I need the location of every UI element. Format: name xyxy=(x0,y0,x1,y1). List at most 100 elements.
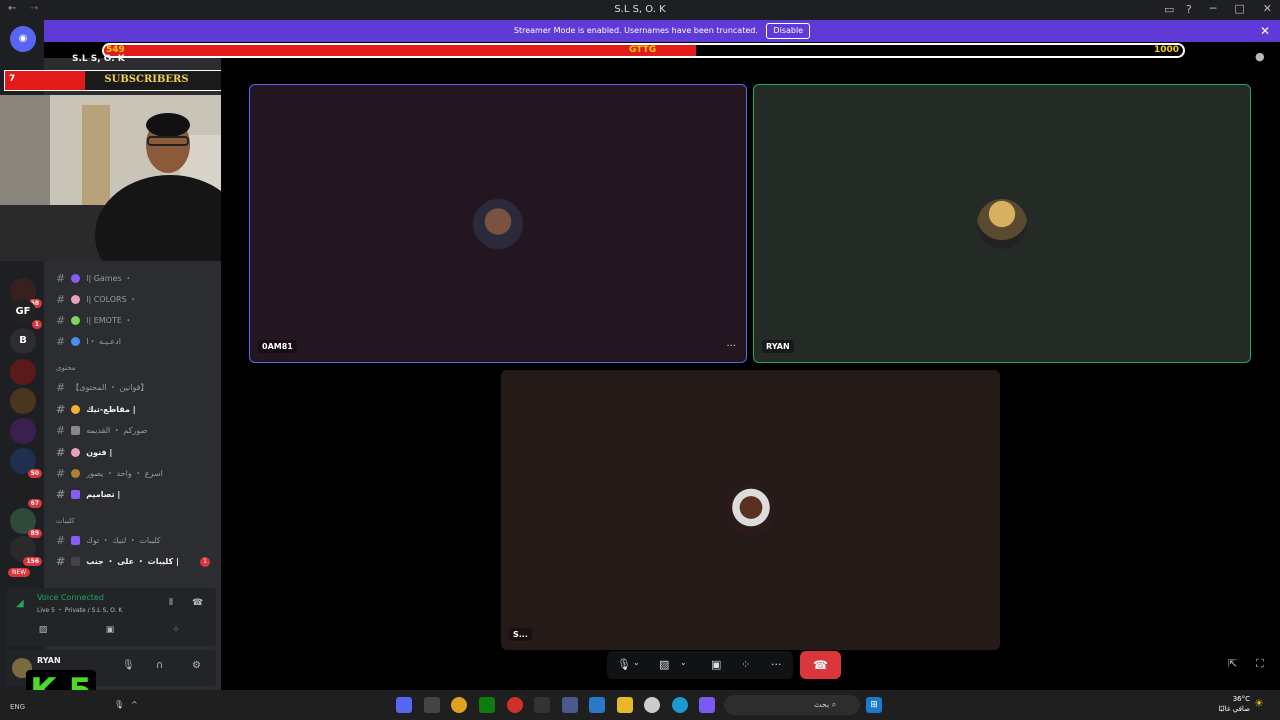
copilot-icon[interactable] xyxy=(699,697,715,713)
channel-emoji-icon xyxy=(71,426,81,435)
app-taskbar-icon[interactable] xyxy=(534,697,550,713)
channel-item[interactable]: # ادعـيـه ・ا xyxy=(56,335,121,348)
window-title: S.L S, O. K xyxy=(614,4,666,15)
chevron-down-icon[interactable]: ⌄ xyxy=(633,658,640,667)
weather-widget[interactable]: 36°C صافي غالبًا xyxy=(1206,694,1250,714)
microphone-tray-icon[interactable]: 🎙 xyxy=(114,700,124,709)
close-banner-icon[interactable]: ✕ xyxy=(1260,20,1270,42)
phone-hangup-icon: ☎ xyxy=(813,658,828,672)
hash-icon: # xyxy=(56,335,66,348)
category-header[interactable]: كليبات xyxy=(56,517,75,525)
category-header[interactable]: محتوى xyxy=(56,364,75,372)
popout-icon[interactable]: ⇱ xyxy=(1228,657,1237,670)
call-controls: 🎙 ⌄ ▨ ⌄ ▣ ⁘ ··· xyxy=(607,651,793,679)
discord-taskbar-icon[interactable] xyxy=(396,697,412,713)
windows-taskbar xyxy=(0,690,1280,720)
activities-icon[interactable]: ⁘ xyxy=(169,625,183,636)
hash-icon: # xyxy=(56,272,66,285)
camera-off-icon[interactable]: ▨ xyxy=(36,625,50,636)
disable-streamer-mode-button[interactable]: Disable xyxy=(766,23,811,39)
channel-emoji-icon xyxy=(71,469,81,478)
server-icon[interactable]: 89 xyxy=(10,508,42,538)
signal-icon: ◢ xyxy=(16,598,24,609)
username[interactable]: RYAN xyxy=(37,656,61,665)
help-icon[interactable]: ? xyxy=(1186,3,1192,16)
windows-start-icon[interactable]: ⊞ xyxy=(866,697,882,713)
server-icon[interactable]: 156 xyxy=(10,536,42,566)
channel-emoji-icon xyxy=(71,448,81,457)
streamer-mode-banner: Streamer Mode is enabled. Usernames have… xyxy=(44,20,1280,42)
channel-item[interactable]: # تصاميم | xyxy=(56,488,120,501)
channel-emoji-icon xyxy=(71,490,81,499)
more-options-icon[interactable]: ··· xyxy=(726,341,736,352)
voice-connection-panel: ◢ Voice Connected Live 5 ・ Private / S.L… xyxy=(6,588,216,646)
channel-emoji-icon xyxy=(71,316,81,325)
activities-icon[interactable]: ⁘ xyxy=(741,658,750,671)
more-options-icon[interactable]: ··· xyxy=(771,658,782,671)
server-icon[interactable] xyxy=(10,418,36,444)
voice-channel[interactable]: Live 5 ・ Private / S.L S, O. K xyxy=(37,605,122,614)
noise-suppression-icon[interactable]: ⦀ xyxy=(169,598,173,608)
app-taskbar-icon[interactable] xyxy=(424,697,440,713)
disconnect-call-button[interactable]: ☎ xyxy=(800,651,841,679)
channel-item[interactable]: # ا| COLORS ・ xyxy=(56,293,137,306)
app-taskbar-icon[interactable] xyxy=(562,697,578,713)
channel-item[interactable]: # فنون | xyxy=(56,446,112,459)
server-icon[interactable]: B xyxy=(10,328,36,354)
taskbar-search[interactable]: بحث ⌕ xyxy=(724,695,860,715)
participant-tile[interactable]: 0AM81 ··· xyxy=(249,84,747,363)
inbox-icon[interactable]: ▭ xyxy=(1164,3,1174,16)
minimize-icon[interactable]: ─ xyxy=(1210,2,1217,15)
chat-bubble-icon[interactable]: ● xyxy=(1255,50,1265,63)
chevron-down-icon[interactable]: ⌄ xyxy=(680,658,687,667)
microphone-icon[interactable]: 🎙 xyxy=(617,658,631,671)
hash-icon: # xyxy=(56,534,66,547)
weather-sun-icon: ☀ xyxy=(1254,697,1264,710)
settings-gear-icon[interactable]: ⚙ xyxy=(192,660,201,671)
server-icon[interactable]: 50 xyxy=(10,448,42,478)
hash-icon: # xyxy=(56,293,66,306)
server-name[interactable]: S.L S, O. K xyxy=(72,54,125,64)
channel-item[interactable]: # 【قوانين ・ المحتوى】 xyxy=(56,381,148,394)
xbox-icon[interactable] xyxy=(479,697,495,713)
hash-icon: # xyxy=(56,488,66,501)
server-icon[interactable]: 67 xyxy=(10,478,42,508)
channel-item[interactable]: # كليبات ・ لتيك ・ توك xyxy=(56,534,161,547)
mention-badge: 1 xyxy=(200,557,210,567)
channel-item[interactable]: # كليبات ・ على ・ جنب | xyxy=(56,555,179,568)
channel-item[interactable]: # مقاطع-تيك | xyxy=(56,403,136,416)
close-window-icon[interactable]: ✕ xyxy=(1263,2,1272,15)
microphone-icon[interactable]: 🎙 xyxy=(122,660,135,671)
participant-avatar xyxy=(977,198,1027,249)
goal-label: GTTG xyxy=(629,45,657,55)
edge-icon[interactable] xyxy=(672,697,688,713)
channel-item[interactable]: # ا| Games ・ xyxy=(56,272,132,285)
server-icon[interactable]: GF 1 xyxy=(10,299,42,329)
screen-share-icon[interactable]: ▣ xyxy=(103,625,117,636)
app-taskbar-icon[interactable] xyxy=(644,697,660,713)
mail-icon[interactable] xyxy=(589,697,605,713)
maximize-icon[interactable]: □ xyxy=(1234,2,1244,15)
server-icon[interactable] xyxy=(10,359,36,385)
channel-item[interactable]: # اسرع ・ واحد ・ يصور xyxy=(56,467,163,480)
goal-progress-bar: 549 GTTG 1000 xyxy=(102,43,1185,58)
camera-off-icon[interactable]: ▨ xyxy=(659,658,669,671)
channel-item[interactable]: # صوركم ・ القديمه xyxy=(56,424,147,437)
discord-home-icon[interactable]: ◉ xyxy=(10,26,36,52)
participant-tile[interactable]: RYAN xyxy=(753,84,1251,363)
screen-share-icon[interactable]: ▣ xyxy=(711,658,721,671)
tray-expand-icon[interactable]: ^ xyxy=(131,700,138,709)
language-indicator[interactable]: ENG xyxy=(10,703,25,711)
voice-status[interactable]: Voice Connected xyxy=(37,593,104,602)
disconnect-icon[interactable]: ☎ xyxy=(192,598,203,608)
app-taskbar-icon[interactable] xyxy=(507,697,523,713)
server-icon[interactable] xyxy=(10,388,36,414)
goal-progress-fill xyxy=(104,45,697,56)
channel-item[interactable]: # ا| EMOTE ・ xyxy=(56,314,132,327)
headphones-icon[interactable]: ∩ xyxy=(156,660,163,671)
chrome-icon[interactable] xyxy=(451,697,467,713)
channel-emoji-icon xyxy=(71,557,81,566)
fullscreen-icon[interactable]: ⛶ xyxy=(1256,657,1264,671)
file-explorer-icon[interactable] xyxy=(617,697,633,713)
participant-tile[interactable]: S... xyxy=(501,370,1000,650)
